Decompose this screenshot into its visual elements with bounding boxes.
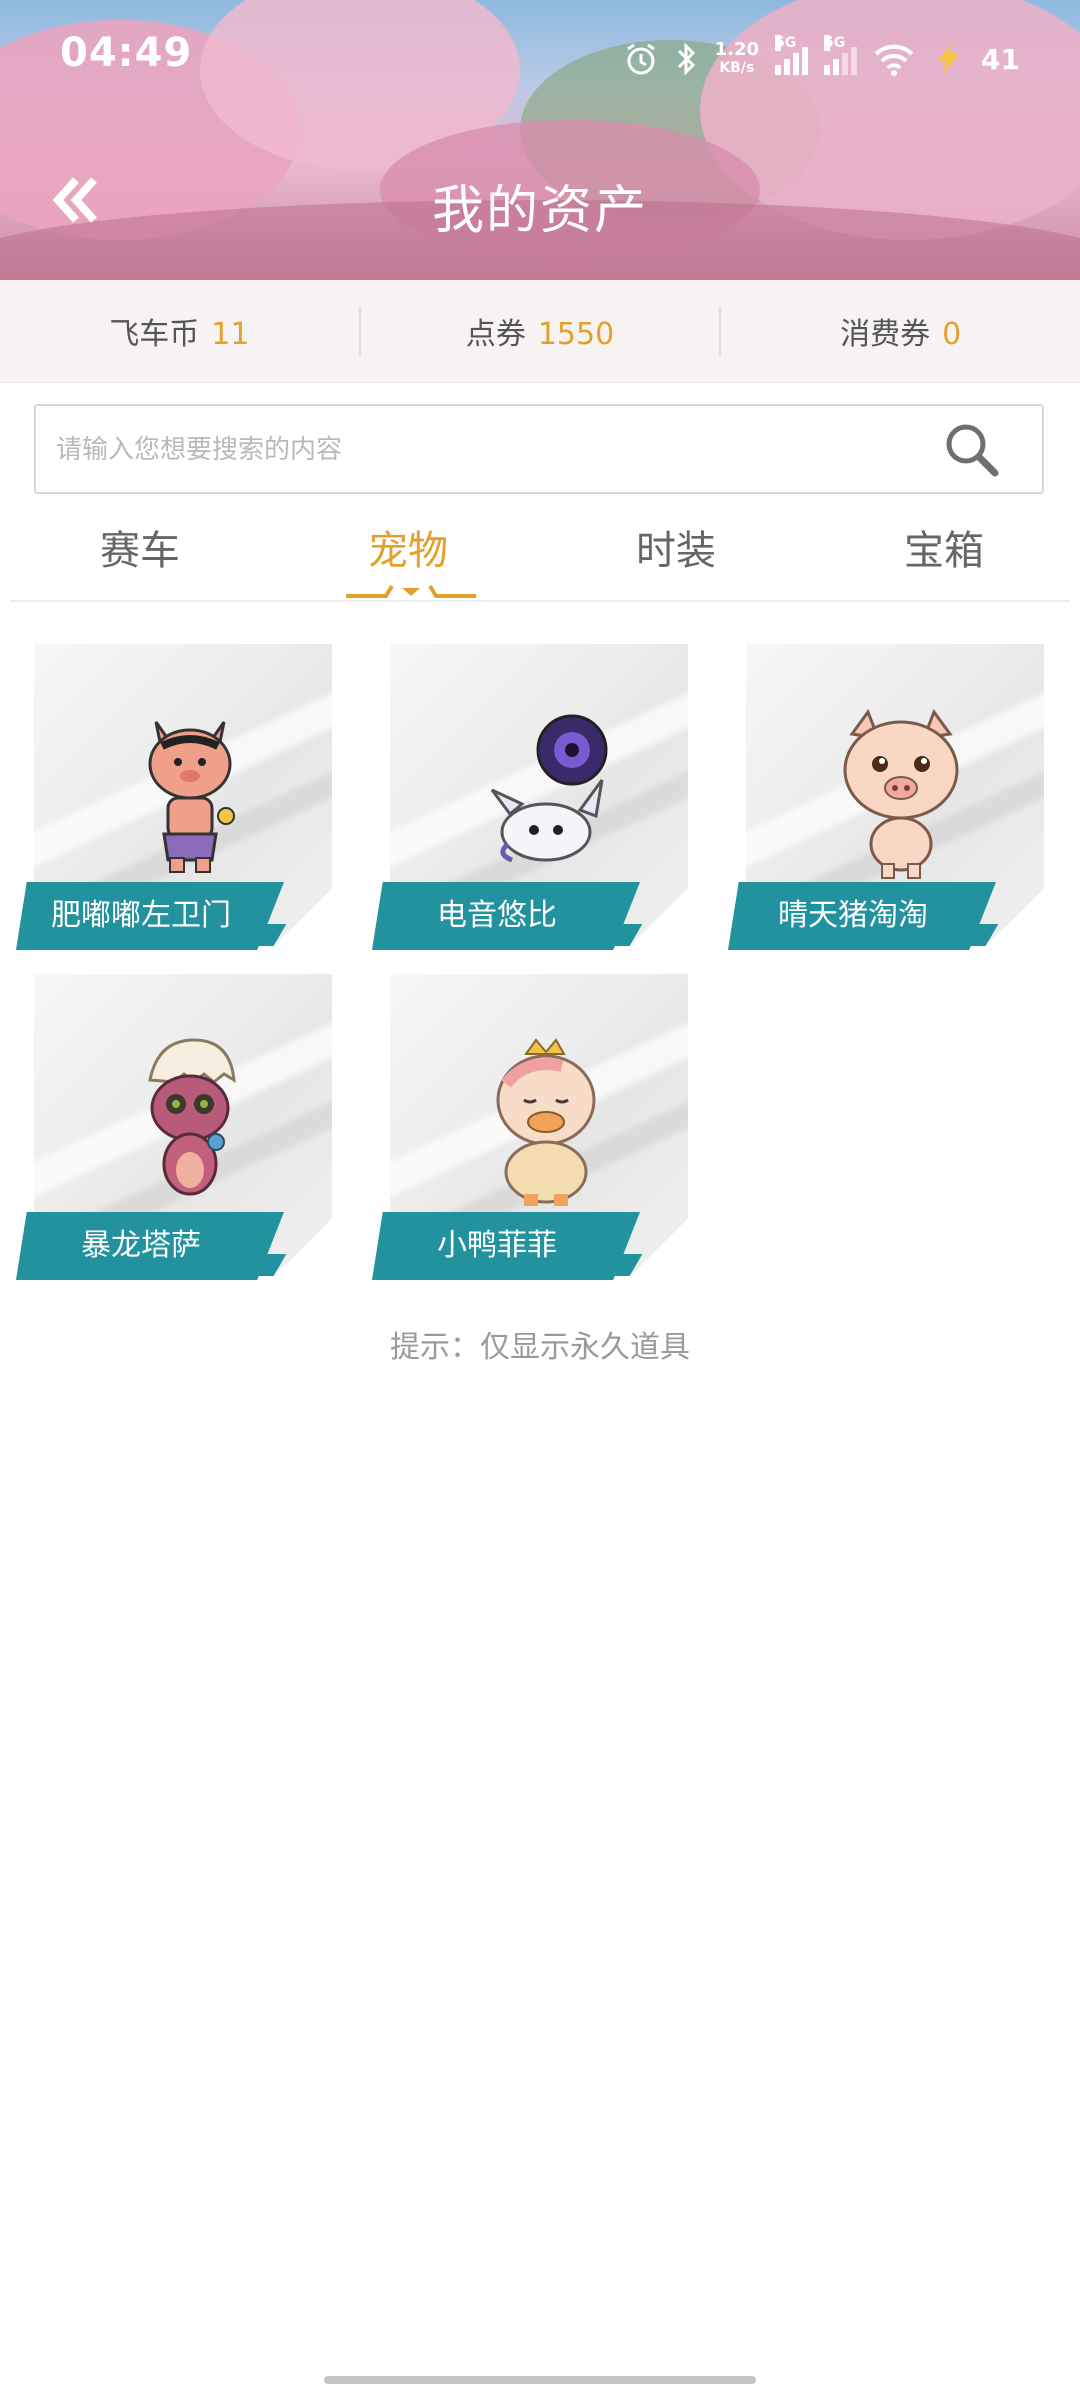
- alarm-icon: [623, 41, 659, 77]
- wifi-icon: [873, 42, 915, 76]
- pet-card[interactable]: 暴龙塔萨: [16, 974, 332, 1284]
- pink-pig-pet-icon: [148, 721, 235, 873]
- duckling-pet-icon: [496, 1038, 596, 1206]
- pet-name: 暴龙塔萨: [81, 1228, 201, 1263]
- baby-dragon-pet-icon: [148, 1038, 236, 1196]
- pet-card[interactable]: 肥嘟嘟左卫门: [16, 644, 332, 954]
- hint-text: 提示：仅显示永久道具: [390, 1330, 690, 1365]
- search-box: [34, 404, 1044, 494]
- pet-card[interactable]: 小鸭菲菲: [372, 974, 688, 1284]
- tab-outfits[interactable]: 时装: [576, 518, 776, 576]
- pet-card[interactable]: 电音悠比: [372, 644, 688, 954]
- category-tabs: 赛车 宠物 时装 宝箱: [10, 508, 1070, 602]
- battery-level: 41: [981, 42, 1020, 76]
- active-tab-indicator: [346, 584, 476, 598]
- network-speed: 1.20 KB/s: [714, 39, 760, 77]
- pet-name: 晴天猪淘淘: [778, 898, 928, 933]
- header-banner: 04:49 1.20 KB/s 5G 5G 41 我的资产: [0, 0, 1080, 280]
- sunny-pig-pet-icon: [843, 708, 959, 879]
- status-bar: 04:49 1.20 KB/s 5G 5G 41: [0, 0, 1080, 110]
- charging-icon: [931, 42, 965, 76]
- home-indicator[interactable]: [324, 2376, 756, 2384]
- pet-card[interactable]: 晴天猪淘淘: [728, 644, 1044, 954]
- currency-points: 点券 1550: [465, 317, 615, 352]
- currency-vouchers: 消费券 0: [840, 317, 962, 352]
- search-icon: [946, 424, 999, 477]
- signal-icon-2: 5G: [824, 35, 858, 75]
- tab-chests[interactable]: 宝箱: [844, 518, 1044, 576]
- bluetooth-icon: [675, 41, 699, 77]
- headphone-bunny-pet-icon: [490, 714, 608, 863]
- pet-name: 肥嘟嘟左卫门: [51, 898, 231, 933]
- tab-pets[interactable]: 宠物: [308, 518, 508, 576]
- search-input[interactable]: [54, 406, 938, 494]
- page-title: 我的资产: [431, 181, 648, 241]
- signal-icon-1: 5G: [775, 35, 809, 75]
- tab-cars[interactable]: 赛车: [40, 518, 240, 576]
- currency-bar: 飞车币 11 点券 1550 消费券 0: [0, 280, 1080, 383]
- pet-name: 小鸭菲菲: [437, 1228, 557, 1263]
- status-time: 04:49: [60, 30, 193, 76]
- search-button[interactable]: [942, 420, 1002, 480]
- pet-name: 电音悠比: [437, 898, 557, 933]
- status-icons: 1.20 KB/s 5G 5G 41: [623, 34, 1020, 84]
- currency-racing-coins: 飞车币 11: [109, 317, 250, 352]
